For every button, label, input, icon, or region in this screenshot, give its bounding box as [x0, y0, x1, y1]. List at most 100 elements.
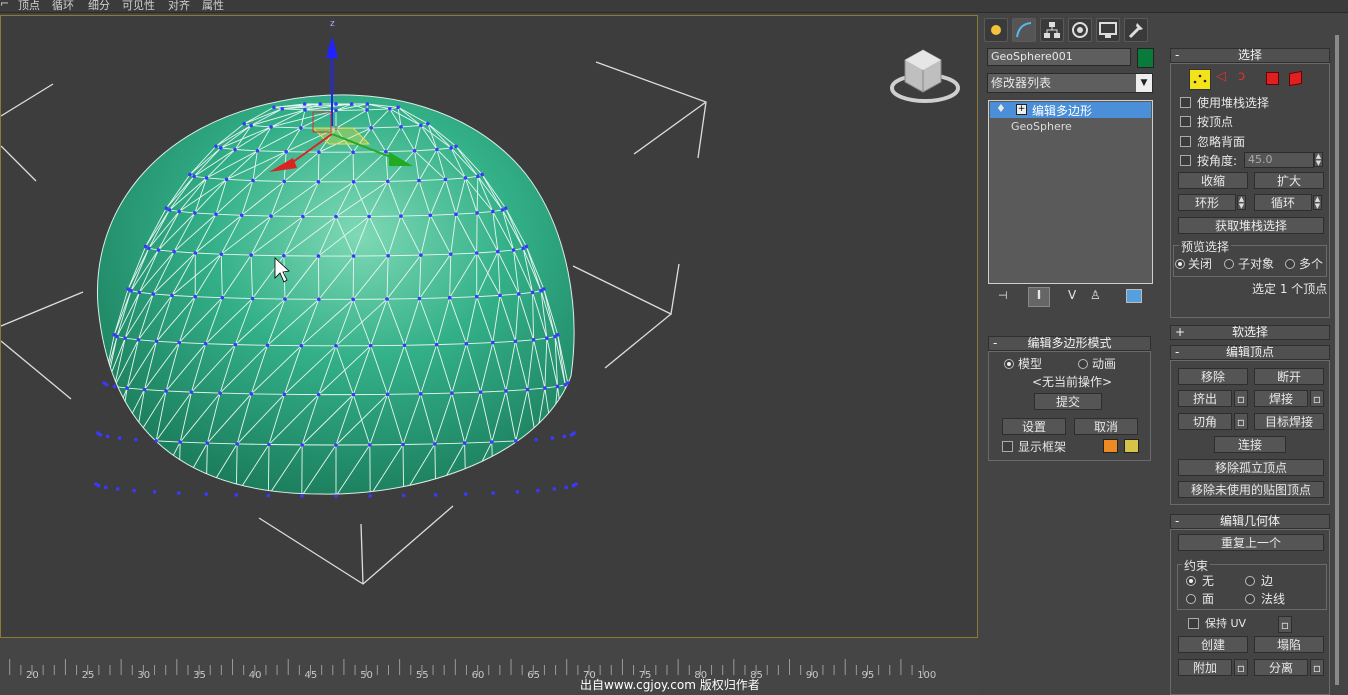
- extrude-button[interactable]: 挤出: [1178, 390, 1232, 407]
- object-color-swatch[interactable]: [1137, 48, 1154, 68]
- remove-modifier-icon[interactable]: ♙: [1090, 288, 1101, 302]
- menu-item-properties[interactable]: 属性: [202, 0, 224, 13]
- loop-button[interactable]: 循环: [1254, 194, 1312, 211]
- angle-spinner[interactable]: ▲ ▼: [1314, 152, 1323, 167]
- preview-off-radio[interactable]: [1175, 259, 1185, 269]
- commit-button[interactable]: 提交: [1034, 393, 1102, 410]
- modifier-list-dropdown[interactable]: 修改器列表 ▼: [987, 73, 1153, 93]
- grow-button[interactable]: 扩大: [1254, 172, 1324, 189]
- show-end-result-icon[interactable]: I: [1028, 287, 1050, 307]
- attach-button[interactable]: 附加: [1178, 659, 1232, 676]
- preview-multi-radio[interactable]: [1285, 259, 1295, 269]
- show-cage-label: 显示框架: [1018, 440, 1067, 454]
- constraint-none-radio[interactable]: [1186, 576, 1196, 586]
- settings-button[interactable]: 设置: [1002, 418, 1066, 435]
- break-button[interactable]: 断开: [1254, 368, 1324, 385]
- vertex-mode-icon[interactable]: [1189, 69, 1211, 90]
- ring-spinner[interactable]: ▲ ▼: [1237, 195, 1246, 210]
- animate-radio[interactable]: [1078, 359, 1088, 369]
- element-mode-icon[interactable]: [1289, 70, 1302, 87]
- timeline[interactable]: 20 25 30 35 40 45 50 55 60 65 70 75 80 85 90 95 100: [0, 640, 980, 695]
- modifier-list-label: 修改器列表: [991, 76, 1052, 90]
- constraint-normal-radio[interactable]: [1245, 594, 1255, 604]
- by-vertex-checkbox[interactable]: [1180, 116, 1191, 127]
- rollout-selection[interactable]: - 选择: [1170, 48, 1330, 63]
- model-radio[interactable]: [1004, 359, 1014, 369]
- perspective-viewport[interactable]: z: [0, 15, 978, 638]
- cage-color-swatch-1[interactable]: [1103, 439, 1118, 453]
- constraint-edge-radio[interactable]: [1245, 576, 1255, 586]
- border-mode-icon[interactable]: ↄ: [1238, 69, 1245, 84]
- utilities-tab-icon[interactable]: [1124, 18, 1148, 42]
- lightbulb-icon[interactable]: ♦: [996, 102, 1006, 115]
- constraint-face-label: 面: [1202, 592, 1215, 606]
- chamfer-button[interactable]: 切角: [1178, 413, 1232, 430]
- repeat-last-button[interactable]: 重复上一个: [1178, 534, 1324, 551]
- preserve-uv-checkbox[interactable]: [1188, 618, 1199, 629]
- display-tab-icon[interactable]: [1096, 18, 1120, 42]
- make-unique-icon[interactable]: V: [1068, 288, 1076, 302]
- create-button[interactable]: 创建: [1178, 636, 1248, 653]
- ring-button[interactable]: 环形: [1178, 194, 1236, 211]
- modify-tab-icon[interactable]: [1012, 18, 1036, 42]
- extrude-settings-icon[interactable]: ▫: [1234, 390, 1248, 407]
- menu-item[interactable]: ⌐: [0, 0, 9, 10]
- menu-item-visibility[interactable]: 可见性: [122, 0, 155, 13]
- remove-isolated-vertices-button[interactable]: 移除孤立顶点: [1178, 459, 1324, 476]
- edge-mode-icon[interactable]: ◁: [1216, 69, 1226, 84]
- preserve-uv-label: 保持 UV: [1205, 617, 1247, 630]
- remove-button[interactable]: 移除: [1178, 368, 1248, 385]
- ignore-backfacing-checkbox[interactable]: [1180, 136, 1191, 147]
- menu-item-vertex[interactable]: 顶点: [18, 0, 40, 13]
- angle-value-field[interactable]: 45.0: [1244, 152, 1314, 168]
- panel-scrollbar[interactable]: [1335, 35, 1339, 685]
- by-angle-checkbox[interactable]: [1180, 155, 1191, 166]
- model-label: 模型: [1018, 357, 1043, 371]
- use-stack-selection-checkbox[interactable]: [1180, 97, 1191, 108]
- remove-unused-map-vertices-button[interactable]: 移除未使用的贴图顶点: [1178, 481, 1324, 498]
- attach-settings-icon[interactable]: ▫: [1234, 659, 1248, 676]
- shrink-button[interactable]: 收缩: [1178, 172, 1248, 189]
- hierarchy-tab-icon[interactable]: [1040, 18, 1064, 42]
- get-stack-selection-button[interactable]: 获取堆栈选择: [1178, 217, 1324, 234]
- connect-button[interactable]: 连接: [1214, 436, 1286, 453]
- preview-subobject-radio[interactable]: [1224, 259, 1234, 269]
- menu-item-loop[interactable]: 循环: [52, 0, 74, 13]
- timeline-tick-label: 100: [917, 670, 937, 681]
- cancel-button[interactable]: 取消: [1074, 418, 1138, 435]
- rollout-soft-selection[interactable]: + 软选择: [1170, 325, 1330, 340]
- timeline-tick-label: 95: [861, 670, 875, 681]
- constraint-face-radio[interactable]: [1186, 594, 1196, 604]
- polygon-mode-icon[interactable]: [1266, 72, 1279, 85]
- rollout-edit-poly-mode[interactable]: - 编辑多边形模式: [988, 336, 1151, 351]
- show-cage-checkbox[interactable]: [1002, 441, 1013, 452]
- cage-color-swatch-2[interactable]: [1124, 439, 1139, 453]
- modifier-stack[interactable]: ♦ + 编辑多边形 GeoSphere: [988, 100, 1153, 284]
- timeline-tick-label: 50: [360, 670, 373, 681]
- chevron-down-icon[interactable]: ▼: [1136, 74, 1152, 92]
- rollout-edit-geometry[interactable]: - 编辑几何体: [1170, 514, 1330, 529]
- animate-label: 动画: [1092, 357, 1117, 371]
- weld-button[interactable]: 焊接: [1254, 390, 1308, 407]
- target-weld-button[interactable]: 目标焊接: [1254, 413, 1324, 430]
- stack-item-geosphere[interactable]: GeoSphere: [1011, 120, 1072, 133]
- rollout-edit-vertices[interactable]: - 编辑顶点: [1170, 345, 1330, 360]
- detach-settings-icon[interactable]: ▫: [1310, 659, 1324, 676]
- collapse-button[interactable]: 塌陷: [1254, 636, 1324, 653]
- menu-item-subdivide[interactable]: 细分: [88, 0, 110, 13]
- menu-item-align[interactable]: 对齐: [168, 0, 190, 13]
- loop-spinner[interactable]: ▲ ▼: [1313, 195, 1322, 210]
- constraint-none-label: 无: [1202, 574, 1215, 588]
- motion-tab-icon[interactable]: [1068, 18, 1092, 42]
- pin-stack-icon[interactable]: ⊣: [998, 289, 1008, 302]
- stack-item-edit-poly[interactable]: ♦ + 编辑多边形: [990, 102, 1151, 118]
- svg-text:z: z: [330, 19, 335, 29]
- create-tab-icon[interactable]: [984, 18, 1008, 42]
- chamfer-settings-icon[interactable]: ▫: [1234, 413, 1248, 430]
- expand-plus-icon[interactable]: +: [1016, 104, 1027, 115]
- configure-sets-icon[interactable]: [1126, 289, 1142, 303]
- preserve-uv-settings-icon[interactable]: ▫: [1278, 616, 1292, 633]
- object-name-field[interactable]: GeoSphere001: [987, 48, 1131, 66]
- detach-button[interactable]: 分离: [1254, 659, 1308, 676]
- weld-settings-icon[interactable]: ▫: [1310, 390, 1324, 407]
